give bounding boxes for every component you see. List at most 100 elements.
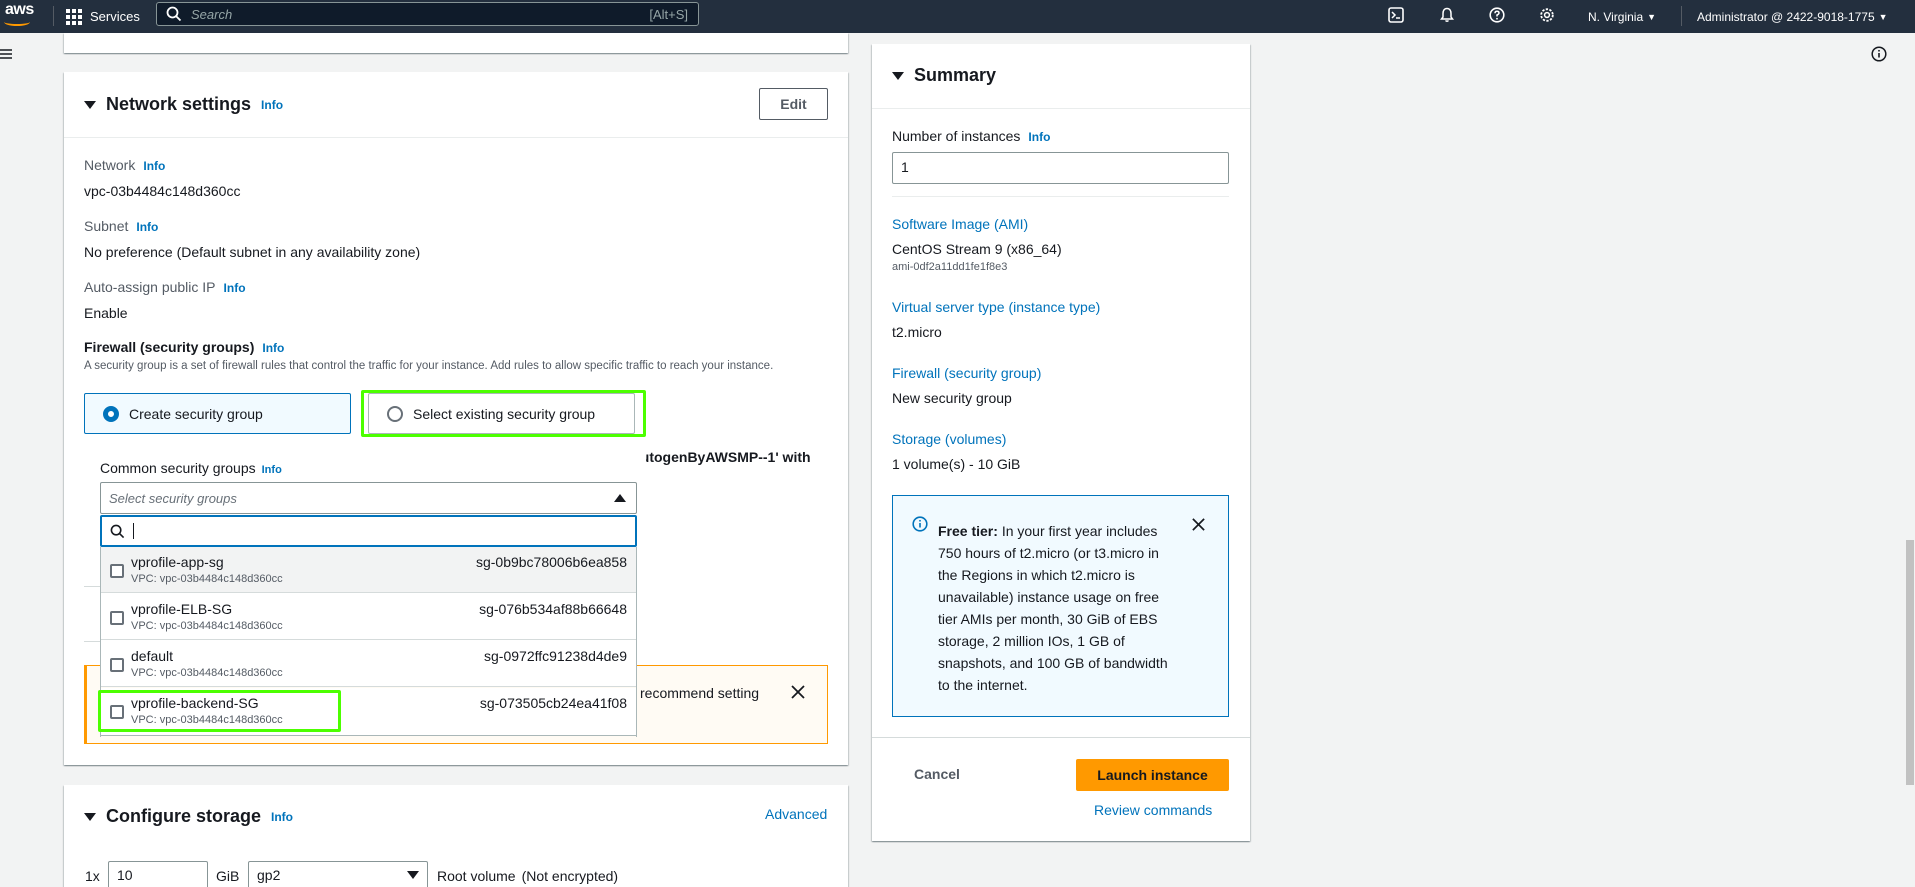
close-icon[interactable] — [790, 684, 806, 703]
ami-value: CentOS Stream 9 (x86_64) — [892, 241, 1062, 257]
notifications-bell-icon[interactable] — [1436, 4, 1458, 26]
checkbox[interactable] — [110, 611, 124, 625]
info-panel-icon[interactable] — [1871, 46, 1887, 65]
security-groups-select[interactable]: Select security groups — [100, 482, 637, 514]
caret-up-icon — [614, 494, 626, 502]
encrypted-text: (Not encrypted) — [521, 868, 619, 884]
select-placeholder: Select security groups — [109, 490, 237, 506]
storage-link[interactable]: Storage (volumes) — [892, 431, 1006, 447]
info-link[interactable]: Info — [1028, 130, 1050, 144]
text-cursor — [133, 523, 134, 539]
common-sg-label: Common security groups — [100, 460, 256, 476]
settings-gear-icon[interactable] — [1536, 4, 1558, 26]
info-icon — [912, 516, 928, 535]
configure-storage-header[interactable]: Configure storage Info — [84, 806, 293, 827]
volume-unit: GiB — [216, 868, 240, 884]
services-label: Services — [90, 9, 140, 24]
highlight-box — [98, 690, 341, 732]
region-label: N. Virginia — [1588, 9, 1644, 24]
aws-logo-text: aws — [5, 1, 34, 18]
search-input[interactable]: Search [Alt+S] — [156, 2, 699, 26]
search-icon — [166, 6, 182, 22]
account-menu[interactable]: Administrator @ 2422-9018-1775 ▼ — [1697, 0, 1888, 33]
caret-down-icon — [407, 871, 419, 879]
firewall-link[interactable]: Firewall (security group) — [892, 365, 1041, 381]
advanced-link[interactable]: Advanced — [765, 806, 827, 822]
sg-vpc: VPC: vpc-03b4484c148d360cc — [131, 620, 283, 632]
ami-id: ami-0df2a11dd1fe1f8e3 — [892, 261, 1008, 273]
info-link[interactable]: Info — [136, 220, 158, 234]
highlight-box — [361, 390, 646, 437]
free-tier-line: 750 hours of t2.micro (or t3.micro in — [938, 545, 1159, 561]
network-value: vpc-03b4484c148d360cc — [84, 183, 241, 199]
configure-storage-title: Configure storage — [106, 806, 262, 826]
services-menu[interactable]: Services — [66, 0, 140, 33]
top-navigation-bar: aws Services Search [Alt+S] N. Virginia … — [0, 0, 1915, 33]
info-link[interactable]: Info — [261, 98, 283, 112]
radio-selected[interactable] — [103, 405, 119, 422]
account-label: Administrator @ 2422-9018-1775 — [1697, 9, 1875, 24]
review-commands-link[interactable]: Review commands — [1094, 802, 1212, 818]
firewall-value: New security group — [892, 390, 1012, 406]
region-selector[interactable]: N. Virginia ▼ — [1588, 0, 1656, 33]
info-link[interactable]: Info — [224, 281, 246, 295]
network-settings-header[interactable]: Network settings Info — [84, 94, 283, 115]
previous-panel-bottom — [64, 33, 848, 53]
instances-label: Number of instances — [892, 128, 1021, 144]
create-security-group-option[interactable]: Create security group — [84, 393, 351, 434]
caret-down-icon — [84, 812, 96, 821]
free-tier-line: to the internet. — [938, 677, 1028, 693]
caret-down-icon: ▼ — [1878, 11, 1888, 22]
free-tier-line: snapshots, and 100 GB of bandwidth — [938, 655, 1168, 671]
sg-name: vprofile-ELB-SG — [131, 601, 233, 617]
sg-id: sg-0b9bc78006b6ea858 — [475, 554, 627, 570]
caret-down-icon: ▼ — [1647, 11, 1657, 22]
help-icon[interactable] — [1486, 4, 1508, 26]
cancel-button[interactable]: Cancel — [914, 766, 960, 782]
aws-logo[interactable]: aws — [2, 1, 36, 29]
volume-type-value: gp2 — [257, 867, 281, 883]
root-volume-text: Root volume — [437, 868, 516, 884]
search-placeholder: Search — [191, 6, 233, 22]
info-link[interactable]: Info — [271, 810, 293, 824]
auto-assign-ip-value: Enable — [84, 305, 128, 321]
summary-header[interactable]: Summary — [892, 65, 996, 86]
info-link[interactable]: Info — [143, 159, 165, 173]
network-label: Network — [84, 157, 136, 173]
firewall-description: A security group is a set of firewall ru… — [84, 360, 774, 372]
hamburger-menu-icon[interactable] — [0, 47, 14, 61]
info-link[interactable]: Info — [262, 464, 282, 476]
grid-icon — [66, 8, 82, 25]
scrollbar-thumb[interactable] — [1906, 540, 1914, 785]
caret-down-icon — [892, 71, 904, 80]
list-item[interactable]: vprofile-app-sg VPC: vpc-03b4484c148d360… — [100, 547, 637, 593]
free-tier-line: In your first year includes — [1001, 523, 1158, 539]
subnet-value: No preference (Default subnet in any ava… — [84, 244, 421, 260]
instance-type-link[interactable]: Virtual server type (instance type) — [892, 299, 1100, 315]
instances-input[interactable]: 1 — [892, 152, 1229, 184]
info-link[interactable]: Info — [262, 341, 284, 355]
cloudshell-icon[interactable] — [1385, 4, 1407, 26]
ami-link[interactable]: Software Image (AMI) — [892, 216, 1028, 232]
instance-type-value: t2.micro — [892, 324, 942, 340]
search-shortcut: [Alt+S] — [649, 6, 688, 22]
volume-size-input[interactable]: 10 — [108, 861, 208, 887]
free-tier-bold: Free tier: — [938, 523, 998, 539]
security-groups-filter-input[interactable] — [100, 515, 637, 547]
subnet-label: Subnet — [84, 218, 129, 234]
free-tier-line: unavailable) instance usage on free — [938, 589, 1160, 605]
checkbox[interactable] — [110, 658, 124, 672]
launch-instance-button[interactable]: Launch instance — [1076, 759, 1229, 791]
summary-title: Summary — [914, 65, 997, 85]
volume-type-select[interactable]: gp2 — [248, 861, 428, 887]
edit-button[interactable]: Edit — [759, 88, 828, 120]
list-item[interactable]: vprofile-ELB-SG VPC: vpc-03b4484c148d360… — [100, 594, 637, 640]
firewall-label: Firewall (security groups) — [84, 339, 255, 355]
sg-id: sg-0972ffc91238d4de9 — [484, 648, 627, 664]
warning-partial-text: recommend setting — [640, 685, 760, 701]
free-tier-line: storage, 2 million IOs, 1 GB of — [938, 633, 1125, 649]
sg-name: default — [131, 648, 174, 664]
volume-multiplier: 1x — [85, 868, 100, 884]
checkbox[interactable] — [110, 564, 124, 578]
list-item[interactable]: default VPC: vpc-03b4484c148d360cc sg-09… — [100, 641, 637, 687]
